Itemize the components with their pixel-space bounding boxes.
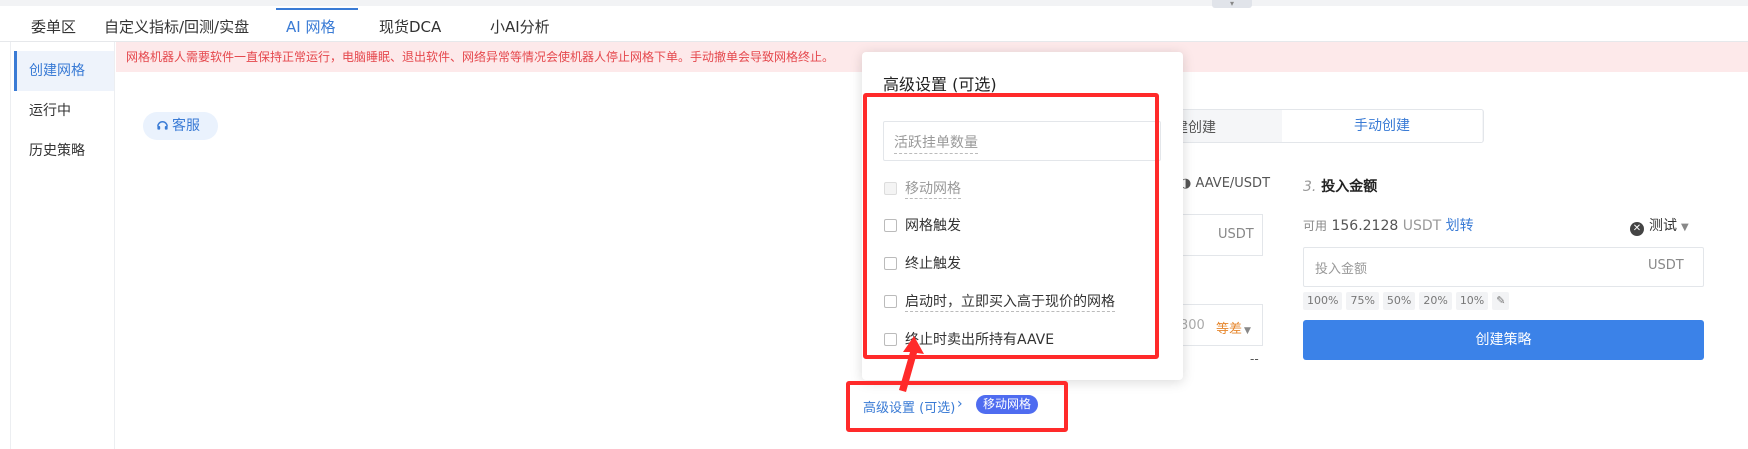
move-grid-tag: 移动网格: [976, 395, 1039, 414]
active-tab-indicator: [276, 8, 358, 10]
headset-icon: [157, 121, 168, 130]
percent-shortcuts: 100% 75% 50% 20% 10% ✎: [1303, 289, 1513, 310]
amount-placeholder: 投入金额: [1315, 262, 1368, 277]
collapse-handle[interactable]: ▾: [1212, 0, 1252, 8]
tab-spot-dca[interactable]: 现货DCA: [379, 16, 441, 37]
sidebar-item-history[interactable]: 历史策略: [14, 131, 114, 171]
transfer-link[interactable]: 划转: [1446, 218, 1474, 234]
invest-section-title: 3. 投入金额: [1303, 176, 1377, 196]
available-unit: USDT: [1402, 218, 1442, 234]
percent-75-button[interactable]: 75%: [1346, 292, 1379, 310]
available-balance: 可用 156.2128 USDT 划转: [1303, 215, 1474, 235]
available-label: 可用: [1303, 219, 1328, 233]
chevron-right-icon: ›: [957, 396, 963, 412]
percent-50-button[interactable]: 50%: [1382, 292, 1416, 310]
percent-10-button[interactable]: 10%: [1455, 292, 1489, 310]
grid-mode-label: 等差: [1216, 322, 1243, 337]
caret-down-icon: ▼: [1244, 326, 1251, 336]
customer-service-label: 客服: [172, 118, 200, 134]
app-window: ▾ 委单区 自定义指标/回测/实盘 AI 网格 现货DCA 小AI分析 创建网格…: [0, 0, 1748, 449]
trading-pair: ◑ AAVE/USDT: [1180, 176, 1271, 191]
grid-mode-select[interactable]: 等差 ▼: [1216, 318, 1251, 337]
edit-icon[interactable]: ✎: [1492, 292, 1510, 310]
amount-unit: USDT: [1648, 258, 1684, 273]
profit-placeholder: --: [1250, 352, 1259, 366]
advanced-settings-link[interactable]: 高级设置 (可选): [863, 397, 955, 416]
tab-ai-analysis[interactable]: 小AI分析: [490, 16, 550, 37]
trading-pair-text: AAVE/USDT: [1195, 176, 1271, 191]
divider: [10, 42, 11, 449]
popup-title: 高级设置 (可选): [883, 75, 997, 94]
percent-20-button[interactable]: 20%: [1419, 292, 1452, 310]
account-select[interactable]: ✕ 测试 ▼: [1630, 215, 1689, 236]
tab-orders[interactable]: 委单区: [31, 16, 76, 37]
tab-bar: 委单区 自定义指标/回测/实盘 AI 网格 现货DCA 小AI分析: [0, 8, 1748, 42]
caret-down-icon: ▼: [1681, 222, 1689, 233]
grid-count-value: 300: [1180, 318, 1205, 333]
price-field-unit: USDT: [1218, 227, 1254, 242]
account-name: 测试: [1649, 218, 1677, 234]
sidebar: 创建网格 运行中 历史策略: [14, 42, 115, 449]
customer-service-button[interactable]: 客服: [143, 112, 218, 140]
top-strip: [0, 0, 1748, 6]
invest-title-text: 投入金额: [1321, 179, 1378, 195]
sidebar-item-running[interactable]: 运行中: [14, 91, 114, 131]
tab-custom-indicator[interactable]: 自定义指标/回测/实盘: [104, 16, 249, 37]
percent-100-button[interactable]: 100%: [1303, 292, 1343, 310]
step-number: 3.: [1303, 179, 1317, 195]
available-value: 156.2128: [1331, 218, 1399, 234]
sidebar-item-create-grid[interactable]: 创建网格: [14, 51, 114, 91]
account-icon: ✕: [1630, 222, 1644, 236]
create-strategy-button[interactable]: 创建策略: [1303, 320, 1704, 360]
mode-manual-tab[interactable]: 手动创建: [1282, 110, 1482, 142]
tab-ai-grid[interactable]: AI 网格: [286, 16, 335, 37]
annotation-box: [863, 93, 1159, 359]
